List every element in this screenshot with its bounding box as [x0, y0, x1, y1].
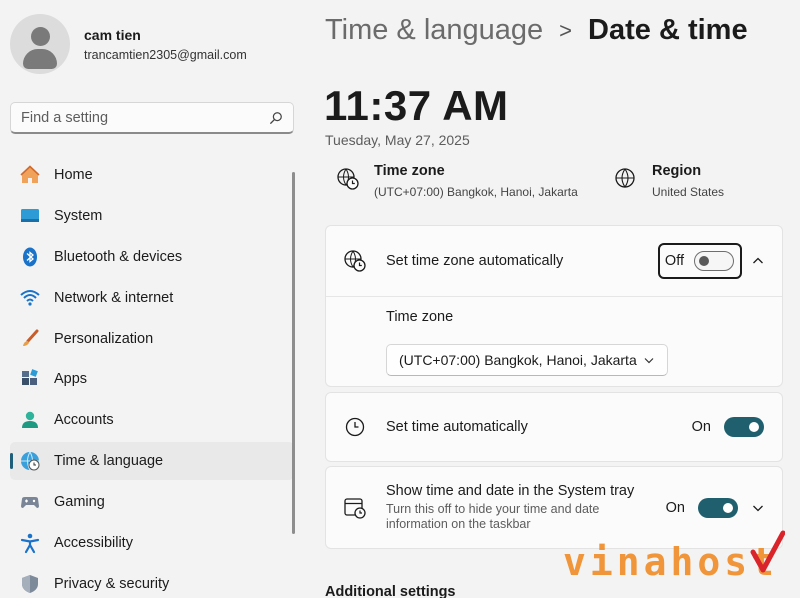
sidebar-scrollbar[interactable] [292, 172, 295, 534]
sidebar-item-apps[interactable]: Apps [10, 360, 294, 398]
sidebar-item-gaming[interactable]: Gaming [10, 483, 294, 521]
info-timezone: Time zone (UTC+07:00) Bangkok, Hanoi, Ja… [336, 163, 578, 199]
sidebar-item-label: Time & language [54, 453, 164, 470]
sidebar-item-label: Accessibility [54, 535, 133, 552]
watermark-logo: vinahost [563, 530, 785, 588]
timezone-select-label: Time zone [386, 309, 454, 325]
page-title: Date & time [588, 14, 748, 46]
sidebar-item-accessibility[interactable]: Accessibility [10, 524, 294, 562]
sidebar-item-bluetooth[interactable]: Bluetooth & devices [10, 238, 294, 276]
sidebar-item-label: Apps [54, 371, 88, 388]
sidebar-item-label: System [54, 207, 103, 224]
card-auto-timezone: Set time zone automatically Off Time zon… [325, 225, 783, 387]
search-input[interactable]: Find a setting [10, 102, 294, 134]
info-region: Region United States [614, 163, 724, 199]
auto-timezone-state: Off [664, 253, 684, 269]
auto-time-label: Set time automatically [386, 419, 528, 435]
timezone-select-value: (UTC+07:00) Bangkok, Hanoi, Jakarta [399, 352, 637, 368]
search-icon [270, 111, 282, 124]
globe-clock-icon [342, 248, 368, 274]
user-profile[interactable]: cam tien trancamtien2305@gmail.com [10, 14, 247, 74]
auto-timezone-label: Set time zone automatically [386, 253, 564, 269]
sidebar-item-label: Accounts [54, 412, 114, 429]
globe-clock-icon [19, 450, 41, 472]
sidebar-item-label: Gaming [54, 494, 105, 511]
accessibility-icon [19, 532, 41, 554]
clock-icon [342, 414, 368, 440]
calendar-clock-icon [342, 495, 368, 521]
sidebar-item-system[interactable]: System [10, 197, 294, 235]
globe-clock-icon [337, 168, 359, 190]
sidebar-item-accounts[interactable]: Accounts [10, 401, 294, 439]
system-icon [19, 205, 41, 227]
info-timezone-value: (UTC+07:00) Bangkok, Hanoi, Jakarta [374, 185, 578, 199]
sidebar-item-home[interactable]: Home [10, 156, 294, 194]
breadcrumb-separator: > [559, 17, 573, 43]
sidebar-item-personalization[interactable]: Personalization [10, 320, 294, 358]
auto-timezone-toggle-focus[interactable]: Off [657, 243, 742, 279]
apps-icon [19, 368, 41, 390]
info-region-value: United States [652, 185, 725, 199]
checkmark-icon [750, 530, 785, 573]
card-auto-time: Set time automatically On [325, 392, 783, 462]
sidebar-item-network[interactable]: Network & internet [10, 279, 294, 317]
timezone-select[interactable]: (UTC+07:00) Bangkok, Hanoi, Jakarta [386, 344, 668, 376]
system-tray-toggle[interactable] [698, 497, 738, 518]
breadcrumb: Time & language > Date & time [325, 14, 748, 47]
chevron-down-icon [644, 358, 654, 364]
current-time: 11:37 AM [324, 82, 509, 129]
sidebar: cam tien trancamtien2305@gmail.com Find … [0, 0, 305, 598]
auto-time-state: On [691, 419, 711, 435]
chevron-up-icon[interactable] [752, 255, 764, 267]
sidebar-item-label: Personalization [54, 330, 154, 347]
chevron-down-icon[interactable] [752, 502, 764, 514]
user-name: cam tien [84, 26, 141, 43]
sidebar-item-label: Bluetooth & devices [54, 248, 183, 265]
system-tray-state: On [665, 499, 685, 516]
gamepad-icon [19, 491, 41, 513]
nav-list: Home System Bluetooth & devices Network … [10, 156, 294, 598]
watermark-text: vinahost [563, 540, 779, 584]
system-tray-description: Turn this off to hide your time and date… [386, 502, 600, 531]
sidebar-item-time-language[interactable]: Time & language [10, 442, 294, 481]
info-timezone-title: Time zone [374, 163, 445, 179]
breadcrumb-parent[interactable]: Time & language [325, 14, 543, 47]
shield-icon [19, 573, 41, 595]
additional-settings-heading: Additional settings [325, 584, 456, 598]
wifi-icon [19, 287, 41, 309]
avatar[interactable] [10, 14, 70, 74]
sidebar-item-label: Network & internet [54, 289, 174, 306]
sidebar-item-label: Privacy & security [54, 575, 170, 592]
globe-icon [615, 168, 635, 188]
auto-time-toggle[interactable] [724, 417, 764, 437]
row-auto-time[interactable]: Set time automatically On [326, 393, 782, 461]
sidebar-item-label: Home [54, 167, 93, 183]
search-placeholder: Find a setting [21, 109, 109, 126]
home-icon [19, 164, 41, 186]
user-email: trancamtien2305@gmail.com [84, 47, 247, 62]
current-date: Tuesday, May 27, 2025 [325, 132, 470, 148]
accounts-icon [19, 409, 41, 431]
info-region-title: Region [652, 163, 702, 179]
timezone-subsection: Time zone (UTC+07:00) Bangkok, Hanoi, Ja… [326, 296, 782, 388]
system-tray-label: Show time and date in the System tray [386, 483, 635, 499]
brush-icon [19, 328, 41, 350]
bluetooth-icon [19, 246, 41, 268]
sidebar-item-privacy[interactable]: Privacy & security [10, 565, 294, 598]
row-auto-timezone[interactable]: Set time zone automatically Off [326, 226, 782, 296]
auto-timezone-toggle[interactable] [694, 251, 734, 271]
